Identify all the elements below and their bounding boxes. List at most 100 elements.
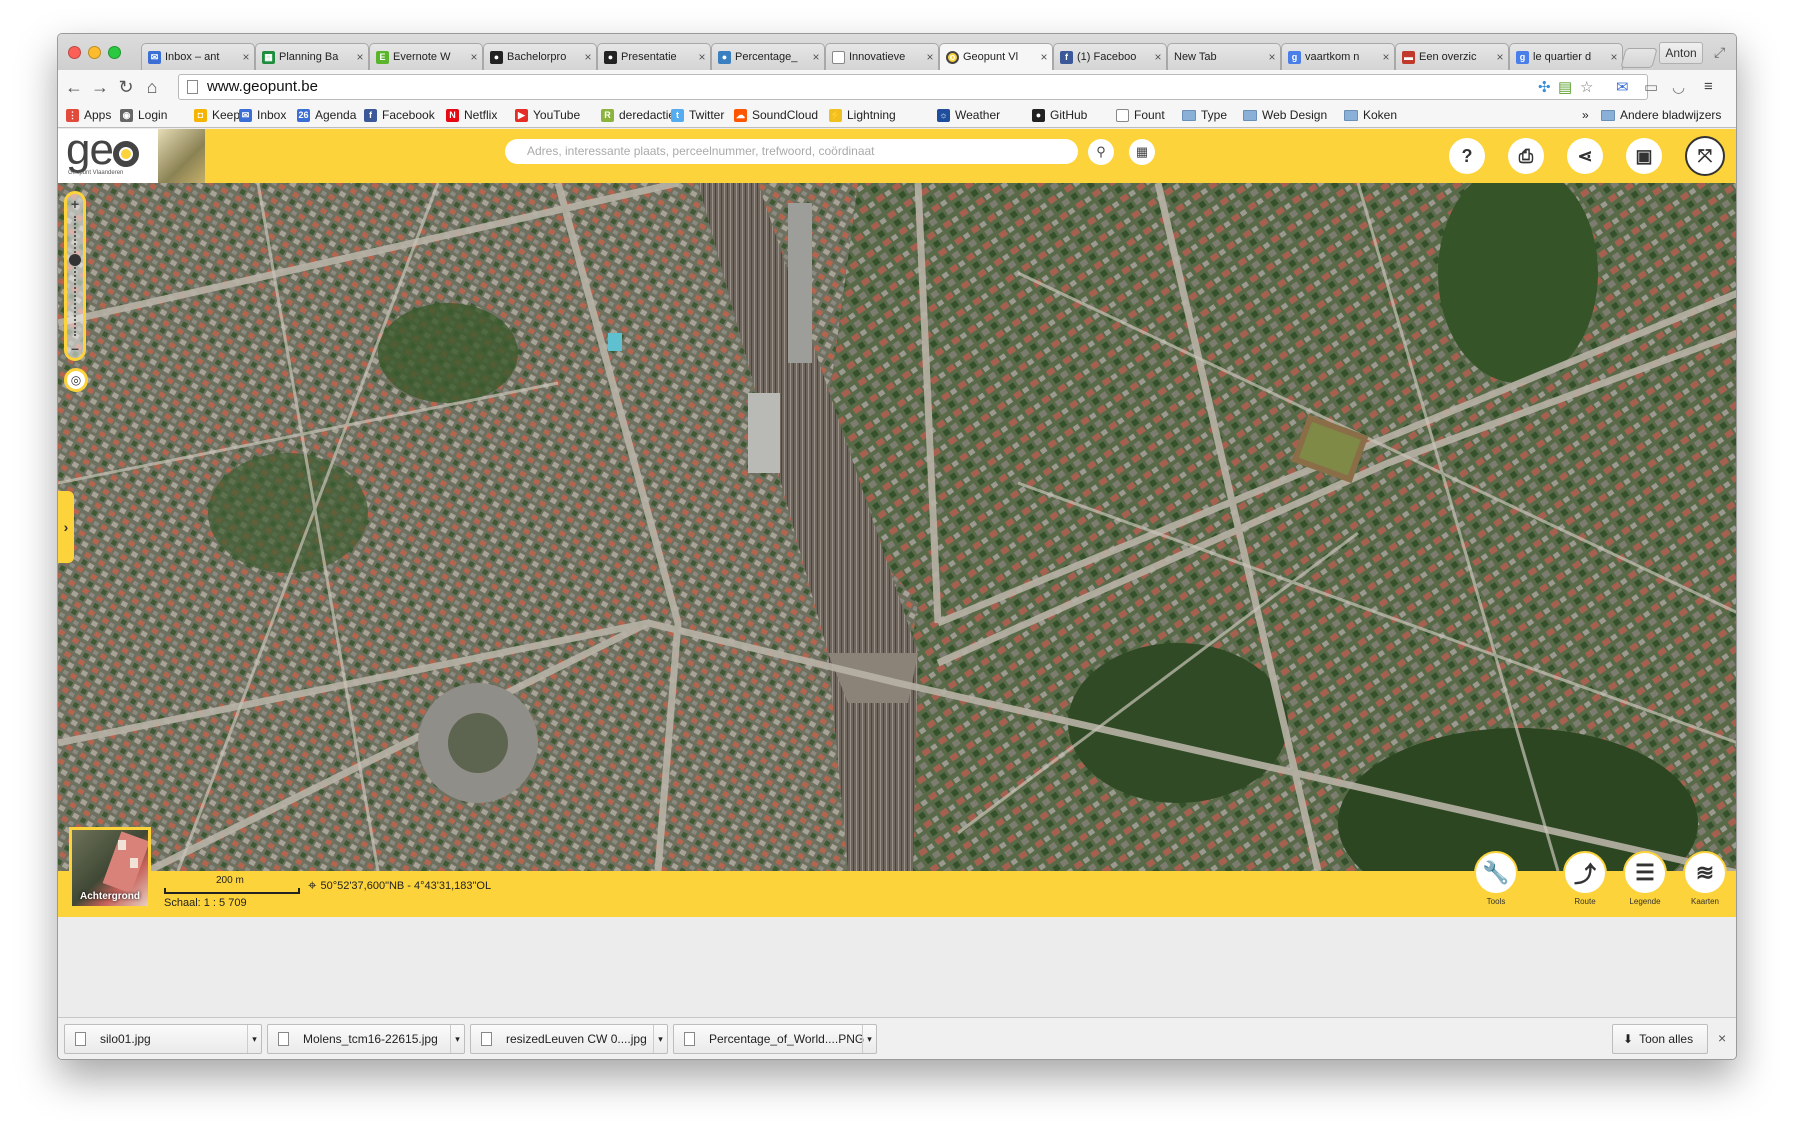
bookmark-lightning[interactable]: ⚡ Lightning <box>829 108 896 122</box>
inbox-extension-icon[interactable]: ✉ <box>1616 78 1629 96</box>
download-item[interactable]: silo01.jpg ▾ <box>64 1024 262 1054</box>
fullscreen-icon[interactable]: ⤢ <box>1714 44 1725 61</box>
tools-icon[interactable]: 🔧 <box>1474 851 1518 895</box>
tab-close-icon[interactable]: × <box>580 50 596 64</box>
advanced-search-icon[interactable]: ▦ <box>1129 139 1155 165</box>
download-menu-icon[interactable]: ▾ <box>862 1025 876 1053</box>
tab-close-icon[interactable]: × <box>1492 50 1508 64</box>
tab-close-icon[interactable]: × <box>1378 50 1394 64</box>
back-icon[interactable]: ← <box>64 77 84 98</box>
bookmarks-overflow-button[interactable]: » <box>1582 108 1589 122</box>
tab-close-icon[interactable]: × <box>1150 50 1166 64</box>
bookmark-twitter[interactable]: t Twitter <box>671 108 724 122</box>
tab-close-icon[interactable]: × <box>1036 50 1052 64</box>
zoom-track[interactable] <box>74 216 76 336</box>
bookmark-agenda[interactable]: 26 Agenda <box>297 108 356 122</box>
bookmark-github[interactable]: ● GitHub <box>1032 108 1087 122</box>
profile-button[interactable]: Anton <box>1659 42 1703 64</box>
tool-tools[interactable]: 🔧 Tools <box>1472 851 1520 906</box>
tab-close-icon[interactable]: × <box>466 50 482 64</box>
close-window-button[interactable] <box>68 46 81 59</box>
tab-6[interactable]: Innovatieve × <box>825 43 939 70</box>
legende-icon[interactable]: ☰ <box>1623 851 1667 895</box>
zoom-window-button[interactable] <box>108 46 121 59</box>
extension-icon[interactable]: ▤ <box>1558 78 1572 96</box>
zoom-out-button[interactable]: – <box>67 340 83 356</box>
locate-icon[interactable]: ◎ <box>64 368 88 392</box>
geopunt-logo[interactable]: ge Geopunt Vlaanderen <box>58 129 205 183</box>
tab-close-icon[interactable]: × <box>694 50 710 64</box>
aerial-map[interactable]: + – ◎ › <box>58 183 1736 871</box>
pocket-icon[interactable]: ◡ <box>1672 78 1685 96</box>
other-bookmarks-folder[interactable]: Andere bladwijzers <box>1601 108 1721 122</box>
show-all-downloads-button[interactable]: ⬇ Toon alles <box>1612 1024 1708 1054</box>
forward-icon[interactable]: → <box>90 77 110 98</box>
tab-close-icon[interactable]: × <box>352 50 368 64</box>
tab-11[interactable]: ▬ Een overzic × <box>1395 43 1509 70</box>
tab-close-icon[interactable]: × <box>238 50 254 64</box>
kaarten-icon[interactable]: ≋ <box>1683 851 1727 895</box>
window-icon[interactable]: ▣ <box>1626 138 1662 174</box>
close-downloads-icon[interactable]: × <box>1718 1030 1726 1046</box>
download-item[interactable]: Percentage_of_World....PNG ▾ <box>673 1024 877 1054</box>
download-menu-icon[interactable]: ▾ <box>247 1025 261 1053</box>
zoom-handle[interactable] <box>69 254 81 266</box>
bookmark-fount[interactable]: Fount <box>1116 108 1165 122</box>
zoom-slider[interactable]: + – <box>64 191 86 361</box>
home-icon[interactable]: ⌂ <box>142 77 162 98</box>
bookmark-apps[interactable]: ⋮ Apps <box>66 108 111 122</box>
reload-icon[interactable]: ↻ <box>116 77 136 98</box>
bookmark-netflix[interactable]: N Netflix <box>446 108 497 122</box>
tab-close-icon[interactable]: × <box>1606 50 1622 64</box>
menu-icon[interactable]: ≡ <box>1704 78 1713 95</box>
download-item[interactable]: Molens_tcm16-22615.jpg ▾ <box>267 1024 465 1054</box>
bookmark-keep[interactable]: ◘ Keep <box>194 108 240 122</box>
share-icon[interactable]: ⋖ <box>1567 138 1603 174</box>
tab-close-icon[interactable]: × <box>808 50 824 64</box>
cast-icon[interactable]: ▭ <box>1644 78 1658 96</box>
fullscreen-map-icon[interactable]: ⤧ <box>1685 136 1725 176</box>
tab-close-icon[interactable]: × <box>922 50 938 64</box>
tab-2[interactable]: E Evernote W × <box>369 43 483 70</box>
route-icon[interactable]: ⤴ <box>1563 851 1607 895</box>
bookmark-weather[interactable]: ☼ Weather <box>937 108 1000 122</box>
tab-8[interactable]: f (1) Faceboo × <box>1053 43 1167 70</box>
new-tab-button[interactable] <box>1620 48 1658 68</box>
download-menu-icon[interactable]: ▾ <box>450 1025 464 1053</box>
tab-10[interactable]: g vaartkom n × <box>1281 43 1395 70</box>
bookmark-star-icon[interactable]: ☆ <box>1580 78 1593 96</box>
bookmark-login[interactable]: ◉ Login <box>120 108 167 122</box>
bookmark-deredactie[interactable]: Rderedactie <box>601 108 675 122</box>
address-bar[interactable]: www.geopunt.be <box>178 74 1648 100</box>
help-icon[interactable]: ? <box>1449 138 1485 174</box>
print-icon[interactable]: ⎙ <box>1508 138 1544 174</box>
download-item[interactable]: resizedLeuven CW 0....jpg ▾ <box>470 1024 668 1054</box>
bookmark-youtube[interactable]: ▶ YouTube <box>515 108 580 122</box>
tab-7[interactable]: o Geopunt Vl × <box>939 43 1053 70</box>
tab-12[interactable]: g le quartier d × <box>1509 43 1623 70</box>
tab-3[interactable]: ● Bachelorpro × <box>483 43 597 70</box>
tab-9[interactable]: New Tab × <box>1167 43 1281 70</box>
search-input[interactable]: Adres, interessante plaats, perceelnumme… <box>505 139 1078 164</box>
side-panel-toggle[interactable]: › <box>58 491 74 563</box>
tab-5[interactable]: ● Percentage_ × <box>711 43 825 70</box>
tool-legende[interactable]: ☰ Legende <box>1621 851 1669 906</box>
bookmark-koken[interactable]: Koken <box>1344 108 1397 122</box>
location-icon[interactable]: ✣ <box>1538 78 1551 96</box>
minimize-window-button[interactable] <box>88 46 101 59</box>
background-layer-button[interactable]: Achtergrond <box>69 827 151 909</box>
tab-1[interactable]: ▦ Planning Ba × <box>255 43 369 70</box>
tab-4[interactable]: ● Presentatie × <box>597 43 711 70</box>
tab-close-icon[interactable]: × <box>1264 50 1280 64</box>
tool-route[interactable]: ⤴ Route <box>1561 851 1609 906</box>
bookmark-soundcloud[interactable]: ☁ SoundCloud <box>734 108 818 122</box>
bookmark-web-design[interactable]: Web Design <box>1243 108 1327 122</box>
tab-0[interactable]: ✉ Inbox – ant × <box>141 43 255 70</box>
bookmark-inbox[interactable]: ✉ Inbox <box>239 108 286 122</box>
zoom-in-button[interactable]: + <box>67 196 83 212</box>
tool-kaarten[interactable]: ≋ Kaarten <box>1681 851 1729 906</box>
download-menu-icon[interactable]: ▾ <box>653 1025 667 1053</box>
bookmark-type[interactable]: Type <box>1182 108 1227 122</box>
search-icon[interactable]: ⚲ <box>1088 139 1114 165</box>
bookmark-facebook[interactable]: f Facebook <box>364 108 435 122</box>
